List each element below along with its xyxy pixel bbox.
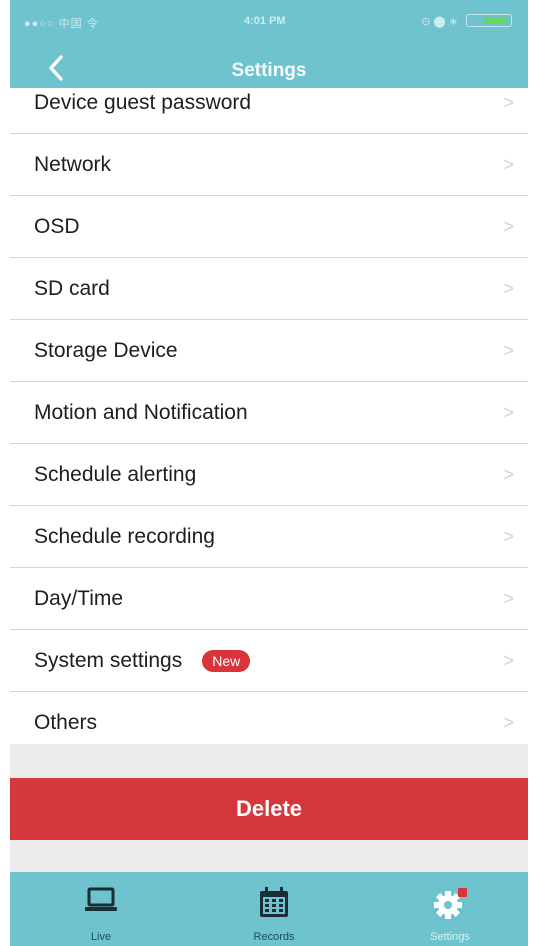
settings-item-label: Motion and Notification [34,400,248,424]
settings-item-system-settings[interactable]: System settings New > [10,630,528,692]
status-icons: ⊙ ⬤ ∗ [421,16,458,28]
settings-item-storage-device[interactable]: Storage Device > [10,320,528,382]
settings-item-sd-card[interactable]: SD card > [10,258,528,320]
page-title: Settings [231,60,307,81]
settings-item-schedule-alerting[interactable]: Schedule alerting > [10,444,528,506]
settings-item-label: Others [34,711,98,734]
settings-item-osd[interactable]: OSD > [10,196,528,258]
settings-item-motion-notification[interactable]: Motion and Notification > [10,382,528,444]
settings-item-label: Storage Device [34,338,178,362]
chevron-right-icon: > [503,588,514,608]
settings-item-label-group: System settings New [10,648,251,673]
settings-item-day-time[interactable]: Day/Time > [10,568,528,630]
settings-item-label: System settings [34,648,183,672]
settings-item-network[interactable]: Network > [10,134,528,196]
new-badge: New [202,649,251,672]
tab-settings-label: Settings [430,931,470,943]
settings-list: Device guest password > Network > OSD > … [10,88,528,744]
calendar-icon [260,887,288,917]
settings-item-others[interactable]: Others > [10,692,528,744]
status-time: 4:01 PM [244,15,286,27]
delete-button[interactable]: Delete [10,778,528,840]
chevron-right-icon: > [503,650,514,670]
tab-settings[interactable]: Settings [395,872,505,946]
tab-records[interactable]: Records [219,872,329,946]
settings-item-label: SD card [34,276,110,300]
chevron-right-icon: > [503,526,514,546]
settings-screen: ●●○○ 中国 令 4:01 PM ⊙ ⬤ ∗ Settings Device … [10,0,528,946]
status-bar: ●●○○ 中国 令 4:01 PM ⊙ ⬤ ∗ [10,0,528,40]
tab-live-label: Live [90,931,112,943]
tab-live[interactable]: Live [46,872,156,946]
settings-item-label: Schedule recording [34,524,215,548]
settings-item-label: OSD [34,214,80,238]
chevron-right-icon: > [503,92,514,112]
tab-records-label: Records [253,931,295,943]
settings-item-label: Schedule alerting [34,462,197,486]
chevron-right-icon: > [503,216,514,236]
chevron-right-icon: > [503,712,514,733]
settings-item-label: Network [34,152,112,176]
settings-item-device-guest-password[interactable]: Device guest password > [10,88,528,134]
chevron-right-icon: > [503,340,514,360]
settings-item-label: Day/Time [34,586,124,610]
chevron-right-icon: > [503,278,514,298]
chevron-right-icon: > [503,402,514,422]
gear-icon [434,888,467,919]
chevron-right-icon: > [503,464,514,484]
settings-item-label: Device guest password [34,90,252,114]
tab-bar: Live Records Settings [10,872,528,946]
carrier-text: ●●○○ 中国 令 [24,18,99,30]
settings-item-schedule-recording[interactable]: Schedule recording > [10,506,528,568]
battery-icon [466,14,512,27]
laptop-icon [85,887,117,911]
chevron-right-icon: > [503,154,514,174]
